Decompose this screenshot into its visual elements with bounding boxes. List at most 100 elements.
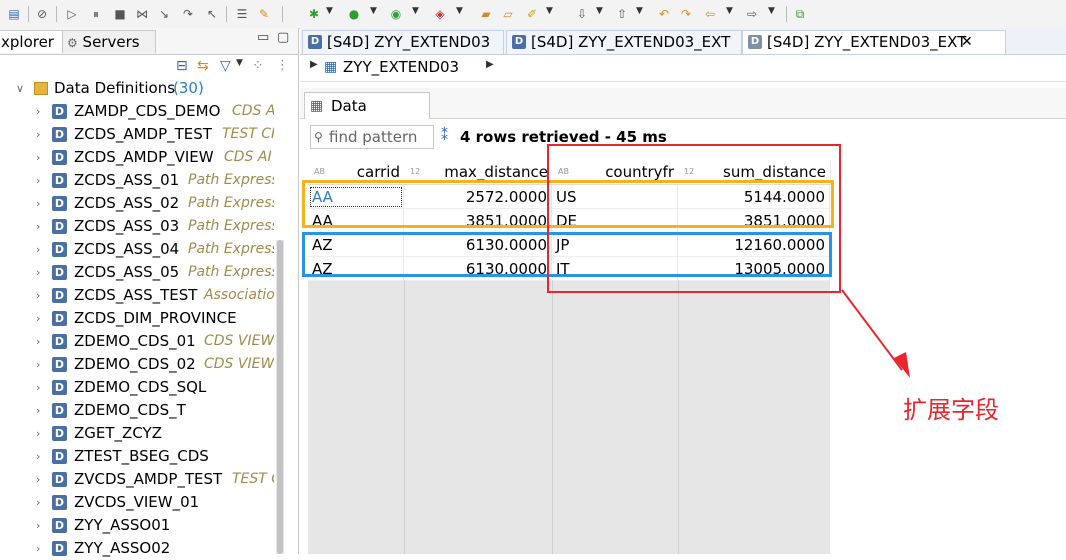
collapse-all-icon[interactable]: ⊟	[176, 58, 188, 74]
chevron-right-icon[interactable]: ›	[36, 445, 40, 468]
left-scrollbar-thumb[interactable]	[277, 240, 283, 554]
chevron-down-icon[interactable]: ∨	[16, 77, 24, 100]
back-dropdown-icon[interactable]: ▼	[726, 6, 733, 16]
close-icon[interactable]: ✕	[961, 31, 973, 54]
chevron-right-icon[interactable]: ›	[36, 537, 40, 560]
tree-item-description: CDS AI	[224, 149, 272, 165]
more-icon[interactable]: ⋮	[276, 58, 289, 73]
tab-zyy-extend03[interactable]: D [S4D] ZYY_EXTEND03	[302, 30, 504, 54]
chevron-right-icon[interactable]: ›	[36, 330, 40, 353]
maximize-icon[interactable]: ▢	[277, 30, 289, 45]
tree-item[interactable]: › D ZYY_ASSO01	[0, 514, 274, 537]
tree-item[interactable]: › D ZCDS_ASS_01 Path Express	[0, 169, 274, 192]
skip-breakpoints-icon[interactable]: ⊘	[34, 6, 50, 22]
tree-item[interactable]: › D ZCDS_AMDP_TEST TEST CI	[0, 123, 274, 146]
forward-icon[interactable]: ⇨	[744, 6, 760, 22]
pencil-icon[interactable]: ✐	[524, 6, 540, 22]
chevron-right-icon[interactable]: ›	[36, 514, 40, 537]
chevron-right-icon[interactable]: ›	[36, 468, 40, 491]
tree-folder-data-definitions[interactable]: ∨ Data Definitions (30)	[0, 77, 274, 100]
tree-item-name: ZGET_ZCYZ	[74, 424, 162, 442]
tab-data-preview[interactable]: ▦ Data Preview	[304, 92, 430, 141]
tree-item[interactable]: › D ZDEMO_CDS_02 CDS VIEW	[0, 353, 274, 376]
chevron-right-icon[interactable]: ›	[36, 238, 40, 261]
tree-item[interactable]: › D ZCDS_AMDP_VIEW CDS AI	[0, 146, 274, 169]
chevron-right-icon[interactable]: ›	[36, 100, 40, 123]
open-file-icon[interactable]: ▱	[500, 6, 516, 22]
chevron-right-icon[interactable]: ›	[36, 169, 40, 192]
find-pattern-input[interactable]: ⚲ find pattern	[310, 125, 434, 149]
tree-item[interactable]: › D ZAMDP_CDS_DEMO CDS A	[0, 100, 274, 123]
chevron-right-icon[interactable]: ›	[36, 491, 40, 514]
prev-annotation-dropdown-icon[interactable]: ▼	[636, 6, 643, 16]
tree-item[interactable]: › D ZCDS_ASS_03 Path Express	[0, 215, 274, 238]
list-icon[interactable]: ☰	[234, 6, 250, 22]
tree-item[interactable]: › D ZTEST_BSEG_CDS	[0, 445, 274, 468]
tree-item[interactable]: › D ZCDS_DIM_PROVINCE	[0, 307, 274, 330]
breadcrumb: ▶ ▦ ZYY_EXTEND03 ▶	[300, 55, 1066, 82]
next-annotation-icon[interactable]: ⇩	[574, 6, 590, 22]
chevron-right-icon[interactable]: ›	[36, 123, 40, 146]
chevron-right-icon[interactable]: ›	[36, 146, 40, 169]
tree-item[interactable]: › D ZDEMO_CDS_T	[0, 399, 274, 422]
run-dropdown-icon[interactable]: ▼	[370, 6, 377, 16]
tab-servers[interactable]: ⚙ Servers	[62, 30, 156, 53]
tree-item[interactable]: › D ZCDS_ASS_TEST Associatio	[0, 284, 274, 307]
tree-item[interactable]: › D ZGET_ZCYZ	[0, 422, 274, 445]
link-editor-icon[interactable]: ⇆	[197, 58, 209, 74]
disconnect-icon[interactable]: ⋈	[134, 6, 150, 22]
tab-project-explorer[interactable]: xplorer	[0, 30, 66, 53]
filter-icon[interactable]: ▽	[220, 58, 231, 74]
chevron-right-icon[interactable]: ▶	[310, 59, 318, 70]
wand-icon[interactable]: ✎	[256, 6, 272, 22]
run-icon[interactable]: ●	[346, 6, 362, 22]
new-window-icon[interactable]: ⧉	[792, 6, 808, 22]
tree-item[interactable]: › D ZDEMO_CDS_SQL	[0, 376, 274, 399]
suspend-icon[interactable]: ⏸	[88, 6, 104, 22]
prev-annotation-icon[interactable]: ⇧	[614, 6, 630, 22]
external-tools-dropdown-icon[interactable]: ▼	[456, 6, 463, 16]
step-into-icon[interactable]: ↘	[156, 6, 172, 22]
chevron-right-icon[interactable]: ›	[36, 422, 40, 445]
forward-edit-icon[interactable]: ↷	[678, 6, 694, 22]
minimize-icon[interactable]: ▭	[257, 30, 269, 45]
view-menu-icon[interactable]: ⁘	[252, 58, 264, 74]
chevron-right-icon[interactable]: ›	[36, 284, 40, 307]
coverage-icon[interactable]: ◉	[388, 6, 404, 22]
tree-item[interactable]: › D ZYY_ASSO02	[0, 537, 274, 560]
console-icon[interactable]: ▤	[6, 6, 22, 22]
terminate-icon[interactable]: ■	[112, 6, 128, 22]
tree-item[interactable]: › D ZVCDS_VIEW_01	[0, 491, 274, 514]
resume-icon[interactable]: ▷	[64, 6, 80, 22]
tree-item-description: TEST C	[232, 471, 274, 487]
chevron-right-icon[interactable]: ›	[36, 399, 40, 422]
last-edit-icon[interactable]: ↶	[656, 6, 672, 22]
tree-item[interactable]: › D ZCDS_ASS_02 Path Express	[0, 192, 274, 215]
breadcrumb-item[interactable]: ZYY_EXTEND03	[343, 58, 459, 76]
chevron-right-icon[interactable]: ›	[36, 376, 40, 399]
next-annotation-dropdown-icon[interactable]: ▼	[596, 6, 603, 16]
chevron-right-icon[interactable]: ›	[36, 215, 40, 238]
back-icon[interactable]: ⇦	[702, 6, 718, 22]
view-menu-dropdown-icon[interactable]: ▼	[236, 58, 243, 68]
tree-item[interactable]: › D ZDEMO_CDS_01 CDS VIEW	[0, 330, 274, 353]
open-folder-icon[interactable]: ▰	[478, 6, 494, 22]
chevron-right-icon[interactable]: ›	[36, 353, 40, 376]
forward-dropdown-icon[interactable]: ▼	[768, 6, 775, 16]
tab-zyy-extend03-ext-active[interactable]: D [S4D] ZYY_EXTEND03_EXT ✕	[742, 30, 1006, 54]
step-over-icon[interactable]: ↷	[180, 6, 196, 22]
debug-dropdown-icon[interactable]: ▼	[326, 6, 333, 16]
tree-item[interactable]: › D ZCDS_ASS_05 Path Express	[0, 261, 274, 284]
step-return-icon[interactable]: ↖	[204, 6, 220, 22]
pencil-dropdown-icon[interactable]: ▼	[546, 6, 553, 16]
tree-item[interactable]: › D ZVCDS_AMDP_TEST TEST C	[0, 468, 274, 491]
debug-icon[interactable]: ✱	[306, 6, 322, 22]
tab-zyy-extend03-ext[interactable]: D [S4D] ZYY_EXTEND03_EXT	[506, 30, 742, 54]
tree-item[interactable]: › D ZCDS_ASS_04 Path Express	[0, 238, 274, 261]
chevron-right-icon[interactable]: ›	[36, 307, 40, 330]
chevron-right-icon[interactable]: ›	[36, 192, 40, 215]
chevron-right-icon[interactable]: ▶	[486, 59, 494, 70]
external-tools-icon[interactable]: ◈	[432, 6, 448, 22]
coverage-dropdown-icon[interactable]: ▼	[412, 6, 419, 16]
chevron-right-icon[interactable]: ›	[36, 261, 40, 284]
